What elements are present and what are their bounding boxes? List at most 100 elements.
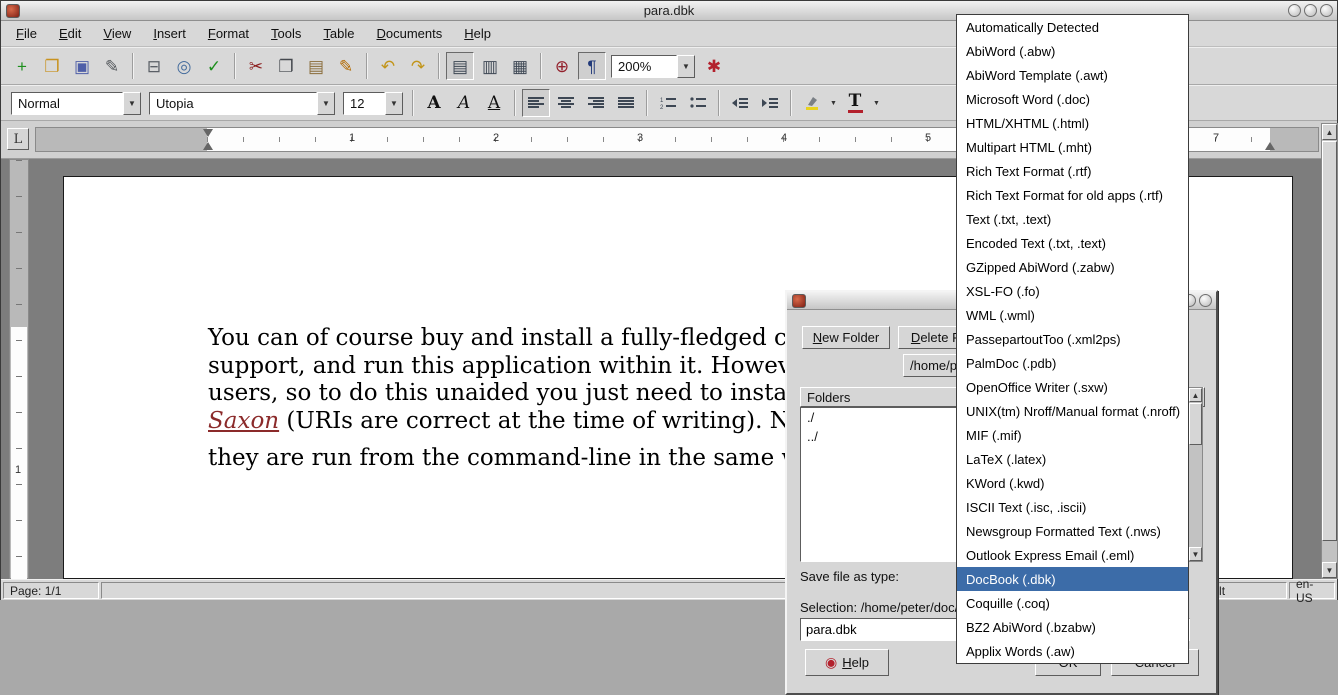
document-scrollbar[interactable]: ▲ ▼	[1321, 123, 1338, 579]
first-line-indent-marker[interactable]	[203, 129, 213, 137]
menu-file[interactable]: File	[5, 23, 48, 44]
save-button[interactable]: ▣	[68, 52, 96, 80]
saxon-link[interactable]: Saxon	[208, 408, 279, 434]
folder-list-item[interactable]: ../	[801, 427, 964, 446]
right-indent-marker[interactable]	[1265, 142, 1275, 150]
filetype-option[interactable]: Automatically Detected	[957, 15, 1188, 39]
align-left-button[interactable]	[522, 89, 550, 117]
filetype-option[interactable]: GZipped AbiWord (.zabw)	[957, 255, 1188, 279]
filetype-option[interactable]: AbiWord Template (.awt)	[957, 63, 1188, 87]
filetype-option[interactable]: AbiWord (.abw)	[957, 39, 1188, 63]
filetype-option[interactable]: Microsoft Word (.doc)	[957, 87, 1188, 111]
vertical-ruler[interactable]: 1	[9, 159, 29, 579]
style-combo[interactable]: Normal ▼	[11, 92, 141, 115]
underline-button[interactable]: A	[480, 89, 508, 117]
paste-button[interactable]: ▤	[302, 52, 330, 80]
filetype-option[interactable]: MIF (.mif)	[957, 423, 1188, 447]
filetype-option[interactable]: Coquille (.coq)	[957, 591, 1188, 615]
filetype-option[interactable]: ISCII Text (.isc, .iscii)	[957, 495, 1188, 519]
menu-documents[interactable]: Documents	[365, 23, 453, 44]
filetype-option[interactable]: Rich Text Format for old apps (.rtf)	[957, 183, 1188, 207]
maximize-button[interactable]	[1304, 4, 1317, 17]
print-preview-button[interactable]: ◎	[170, 52, 198, 80]
help-button[interactable]: ◉ Help	[805, 649, 889, 676]
left-indent-marker[interactable]	[203, 142, 213, 150]
filetype-option[interactable]: DocBook (.dbk)	[957, 567, 1188, 591]
language-indicator[interactable]: en-US	[1289, 582, 1335, 599]
font-dropdown-arrow[interactable]: ▼	[317, 92, 335, 115]
dialog-close-button[interactable]	[1199, 294, 1212, 307]
zoom-combo[interactable]: 200%▼	[611, 55, 695, 78]
filetype-option[interactable]: Newsgroup Formatted Text (.nws)	[957, 519, 1188, 543]
zoom-whole-page-button[interactable]: ✱	[700, 52, 728, 80]
filetype-option[interactable]: WML (.wml)	[957, 303, 1188, 327]
filetype-option[interactable]: Rich Text Format (.rtf)	[957, 159, 1188, 183]
highlight-color-dropdown-arrow[interactable]: ▼	[827, 89, 840, 117]
filetype-option[interactable]: Text (.txt, .text)	[957, 207, 1188, 231]
filetype-option[interactable]: Outlook Express Email (.eml)	[957, 543, 1188, 567]
numbered-list-button[interactable]: 12	[654, 89, 682, 117]
decrease-indent-button[interactable]	[726, 89, 754, 117]
close-button[interactable]	[1320, 4, 1333, 17]
bold-button[interactable]: A	[420, 89, 448, 117]
save-as-button[interactable]: ✎	[98, 52, 126, 80]
menu-view[interactable]: View	[92, 23, 142, 44]
font-color-dropdown-arrow[interactable]: ▼	[870, 89, 883, 117]
filetype-option[interactable]: Multipart HTML (.mht)	[957, 135, 1188, 159]
minimize-button[interactable]	[1288, 4, 1301, 17]
view-print-layout-button[interactable]: ▤	[446, 52, 474, 80]
new-folder-button[interactable]: New Folder	[802, 326, 890, 349]
align-justify-button[interactable]	[612, 89, 640, 117]
zoom-dropdown-arrow[interactable]: ▼	[677, 55, 695, 78]
font-combo[interactable]: Utopia ▼	[149, 92, 335, 115]
align-right-button[interactable]	[582, 89, 610, 117]
font-color-button[interactable]: T	[841, 89, 869, 117]
font-size-dropdown-arrow[interactable]: ▼	[385, 92, 403, 115]
align-center-button[interactable]	[552, 89, 580, 117]
filetype-option[interactable]: PalmDoc (.pdb)	[957, 351, 1188, 375]
increase-indent-button[interactable]	[756, 89, 784, 117]
open-button[interactable]: ❐	[38, 52, 66, 80]
filetype-option[interactable]: OpenOffice Writer (.sxw)	[957, 375, 1188, 399]
menu-edit[interactable]: Edit	[48, 23, 92, 44]
filetype-option[interactable]: KWord (.kwd)	[957, 471, 1188, 495]
filetype-option[interactable]: Encoded Text (.txt, .text)	[957, 231, 1188, 255]
files-scroll-down-arrow[interactable]: ▼	[1189, 547, 1202, 561]
filetype-option[interactable]: XSL-FO (.fo)	[957, 279, 1188, 303]
scroll-up-arrow[interactable]: ▲	[1322, 124, 1337, 140]
scrollbar-thumb[interactable]	[1322, 141, 1337, 541]
folder-list-item[interactable]: ./	[801, 408, 964, 427]
redo-button[interactable]: ↷	[404, 52, 432, 80]
copy-button[interactable]: ❐	[272, 52, 300, 80]
format-painter-button[interactable]: ✎	[332, 52, 360, 80]
undo-button[interactable]: ↶	[374, 52, 402, 80]
files-scroll-up-arrow[interactable]: ▲	[1189, 388, 1202, 402]
files-scrollbar-thumb[interactable]	[1189, 403, 1202, 445]
print-button[interactable]: ⊟	[140, 52, 168, 80]
view-web-button[interactable]: ▦	[506, 52, 534, 80]
new-document-button[interactable]: +	[8, 52, 36, 80]
folders-list[interactable]: ./../	[800, 407, 965, 562]
view-normal-button[interactable]: ▥	[476, 52, 504, 80]
menu-table[interactable]: Table	[312, 23, 365, 44]
highlight-color-button[interactable]	[798, 89, 826, 117]
cut-button[interactable]: ✂	[242, 52, 270, 80]
folders-header[interactable]: Folders	[800, 387, 965, 407]
filetype-option[interactable]: UNIX(tm) Nroff/Manual format (.nroff)	[957, 399, 1188, 423]
style-dropdown-arrow[interactable]: ▼	[123, 92, 141, 115]
filetype-option[interactable]: PassepartoutToo (.xml2ps)	[957, 327, 1188, 351]
filetype-option[interactable]: BZ2 AbiWord (.bzabw)	[957, 615, 1188, 639]
font-size-combo[interactable]: 12 ▼	[343, 92, 403, 115]
files-scrollbar[interactable]: ▲ ▼	[1188, 387, 1203, 562]
spellcheck-button[interactable]: ✓	[200, 52, 228, 80]
bullet-list-button[interactable]	[684, 89, 712, 117]
filetype-option[interactable]: LaTeX (.latex)	[957, 447, 1188, 471]
show-formatting-button[interactable]: ¶	[578, 52, 606, 80]
filetype-option[interactable]: Applix Words (.aw)	[957, 639, 1188, 663]
insert-hyperlink-button[interactable]: ⊕	[548, 52, 576, 80]
menu-insert[interactable]: Insert	[142, 23, 197, 44]
tab-stop-selector[interactable]: L	[7, 128, 29, 150]
menu-help[interactable]: Help	[453, 23, 502, 44]
italic-button[interactable]: A	[450, 89, 478, 117]
menu-tools[interactable]: Tools	[260, 23, 312, 44]
